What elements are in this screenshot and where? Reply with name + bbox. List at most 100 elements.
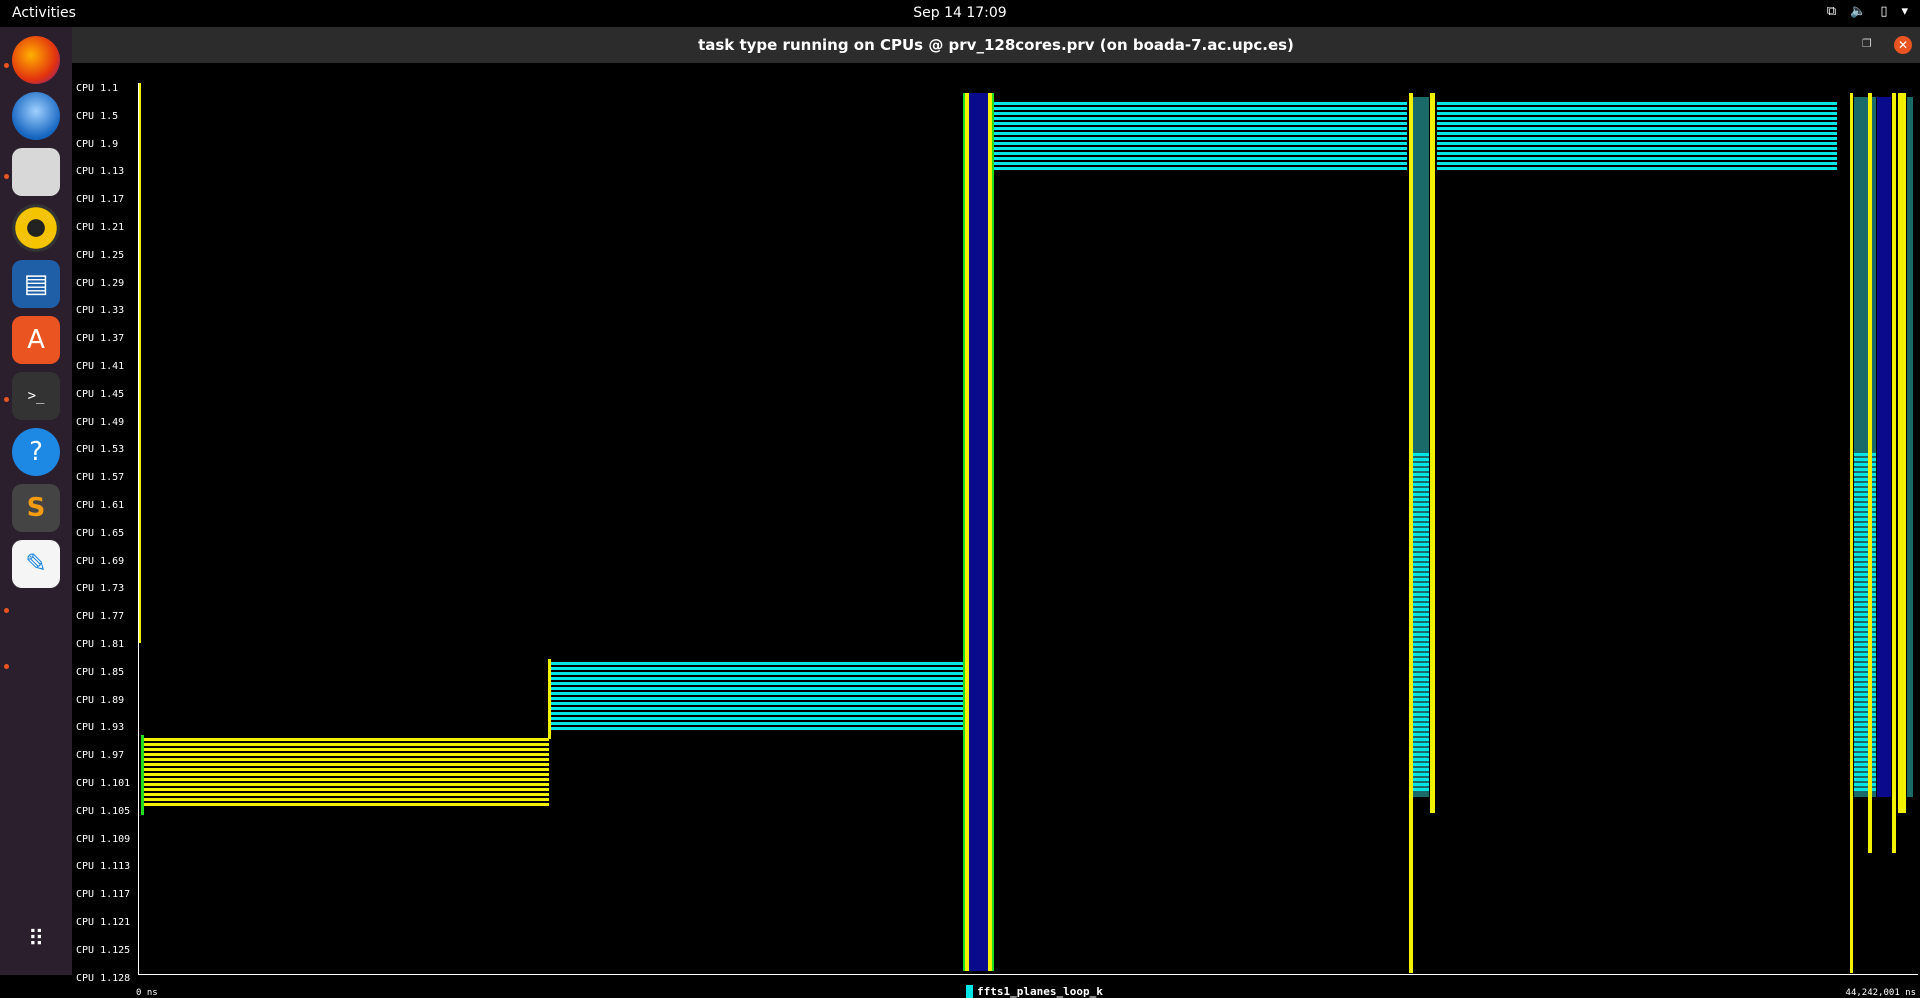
task-burst-cyan[interactable] xyxy=(1413,568,1429,571)
task-burst-cyan[interactable] xyxy=(550,687,964,690)
task-burst-cyan[interactable] xyxy=(1854,583,1876,586)
task-burst-yellow[interactable] xyxy=(142,758,549,761)
task-burst-cyan[interactable] xyxy=(1413,648,1429,651)
task-burst-cyan[interactable] xyxy=(1413,733,1429,736)
task-burst-cyan[interactable] xyxy=(1854,758,1876,761)
task-marker[interactable] xyxy=(963,93,965,971)
task-burst-cyan[interactable] xyxy=(1854,783,1876,786)
task-burst[interactable] xyxy=(1898,93,1906,813)
task-burst-cyan[interactable] xyxy=(1854,713,1876,716)
task-burst-cyan[interactable] xyxy=(1413,553,1429,556)
task-burst-cyan[interactable] xyxy=(1413,683,1429,686)
task-start-marker[interactable] xyxy=(141,735,144,815)
show-apps-icon[interactable]: ⠿ xyxy=(12,915,60,963)
task-burst-yellow[interactable] xyxy=(142,803,549,806)
task-burst-cyan[interactable] xyxy=(1413,633,1429,636)
task-burst-cyan[interactable] xyxy=(1437,117,1837,120)
task-burst-cyan[interactable] xyxy=(1413,508,1429,511)
task-burst-cyan[interactable] xyxy=(994,137,1407,140)
task-burst-cyan[interactable] xyxy=(1413,703,1429,706)
task-burst-yellow[interactable] xyxy=(142,798,549,801)
task-burst-cyan[interactable] xyxy=(1437,107,1837,110)
task-burst-yellow[interactable] xyxy=(142,748,549,751)
task-burst-cyan[interactable] xyxy=(1413,598,1429,601)
task-burst-cyan[interactable] xyxy=(1413,693,1429,696)
task-burst-cyan[interactable] xyxy=(1413,533,1429,536)
task-burst-cyan[interactable] xyxy=(1413,743,1429,746)
task-burst-cyan[interactable] xyxy=(1854,763,1876,766)
files-icon[interactable] xyxy=(12,148,60,196)
task-burst-cyan[interactable] xyxy=(1413,748,1429,751)
task-burst-cyan[interactable] xyxy=(1854,553,1876,556)
task-burst-cyan[interactable] xyxy=(1413,548,1429,551)
task-burst-yellow[interactable] xyxy=(142,793,549,796)
task-burst-cyan[interactable] xyxy=(1854,653,1876,656)
task-burst-cyan[interactable] xyxy=(1413,713,1429,716)
task-burst-cyan[interactable] xyxy=(994,142,1407,145)
task-burst-cyan[interactable] xyxy=(1413,483,1429,486)
task-burst-cyan[interactable] xyxy=(994,102,1407,105)
task-burst-cyan[interactable] xyxy=(1413,578,1429,581)
task-burst-cyan[interactable] xyxy=(1413,688,1429,691)
task-burst-cyan[interactable] xyxy=(1413,618,1429,621)
task-burst-cyan[interactable] xyxy=(1413,758,1429,761)
task-burst-cyan[interactable] xyxy=(1854,513,1876,516)
task-burst-cyan[interactable] xyxy=(1413,788,1429,791)
task-burst-cyan[interactable] xyxy=(1854,558,1876,561)
task-burst-cyan[interactable] xyxy=(1413,478,1429,481)
task-burst-cyan[interactable] xyxy=(1854,538,1876,541)
task-burst-cyan[interactable] xyxy=(994,162,1407,165)
task-burst-cyan[interactable] xyxy=(1413,623,1429,626)
task-burst-cyan[interactable] xyxy=(1413,663,1429,666)
task-burst-cyan[interactable] xyxy=(1854,493,1876,496)
task-burst-cyan[interactable] xyxy=(1413,678,1429,681)
task-burst-cyan[interactable] xyxy=(994,122,1407,125)
task-burst-cyan[interactable] xyxy=(1413,728,1429,731)
task-burst-cyan[interactable] xyxy=(1854,518,1876,521)
task-burst-teal[interactable] xyxy=(1854,97,1876,797)
task-burst-cyan[interactable] xyxy=(1413,638,1429,641)
task-burst-cyan[interactable] xyxy=(1854,668,1876,671)
task-burst-cyan[interactable] xyxy=(1413,668,1429,671)
task-burst-cyan[interactable] xyxy=(1413,528,1429,531)
task-burst[interactable] xyxy=(1409,93,1413,973)
task-burst-cyan[interactable] xyxy=(1413,523,1429,526)
task-burst-cyan[interactable] xyxy=(1437,122,1837,125)
task-burst-cyan[interactable] xyxy=(1854,663,1876,666)
task-burst-cyan[interactable] xyxy=(1437,152,1837,155)
task-burst-cyan[interactable] xyxy=(1437,157,1837,160)
task-burst-cyan[interactable] xyxy=(1854,703,1876,706)
task-burst-cyan[interactable] xyxy=(1413,643,1429,646)
task-burst-cyan[interactable] xyxy=(1437,127,1837,130)
task-burst-cyan[interactable] xyxy=(1413,778,1429,781)
task-burst-cyan[interactable] xyxy=(1854,743,1876,746)
task-burst-cyan[interactable] xyxy=(1413,518,1429,521)
task-burst-yellow[interactable] xyxy=(142,753,549,756)
system-tray[interactable]: ⧉ 🔈 ▯ ▾ xyxy=(1827,4,1908,19)
task-burst[interactable] xyxy=(139,83,141,643)
task-burst-cyan[interactable] xyxy=(1854,698,1876,701)
task-burst-cyan[interactable] xyxy=(1437,142,1837,145)
task-burst-cyan[interactable] xyxy=(1413,563,1429,566)
task-burst-cyan[interactable] xyxy=(1413,718,1429,721)
task-burst-cyan[interactable] xyxy=(1854,503,1876,506)
task-burst-cyan[interactable] xyxy=(1854,688,1876,691)
task-burst-cyan[interactable] xyxy=(1854,753,1876,756)
task-burst-cyan[interactable] xyxy=(1413,783,1429,786)
task-burst-cyan[interactable] xyxy=(1854,603,1876,606)
task-burst-cyan[interactable] xyxy=(1413,573,1429,576)
task-burst-cyan[interactable] xyxy=(1854,523,1876,526)
task-burst-cyan[interactable] xyxy=(994,147,1407,150)
task-burst-yellow[interactable] xyxy=(142,778,549,781)
task-burst-yellow[interactable] xyxy=(142,743,549,746)
task-burst-cyan[interactable] xyxy=(1854,633,1876,636)
task-burst-cyan[interactable] xyxy=(550,672,964,675)
task-burst-cyan[interactable] xyxy=(1854,533,1876,536)
task-burst-cyan[interactable] xyxy=(1854,573,1876,576)
task-burst-cyan[interactable] xyxy=(1437,102,1837,105)
task-burst-cyan[interactable] xyxy=(994,152,1407,155)
task-burst-cyan[interactable] xyxy=(1437,162,1837,165)
task-burst-yellow[interactable] xyxy=(142,763,549,766)
task-burst-cyan[interactable] xyxy=(994,117,1407,120)
task-burst-cyan[interactable] xyxy=(1854,463,1876,466)
